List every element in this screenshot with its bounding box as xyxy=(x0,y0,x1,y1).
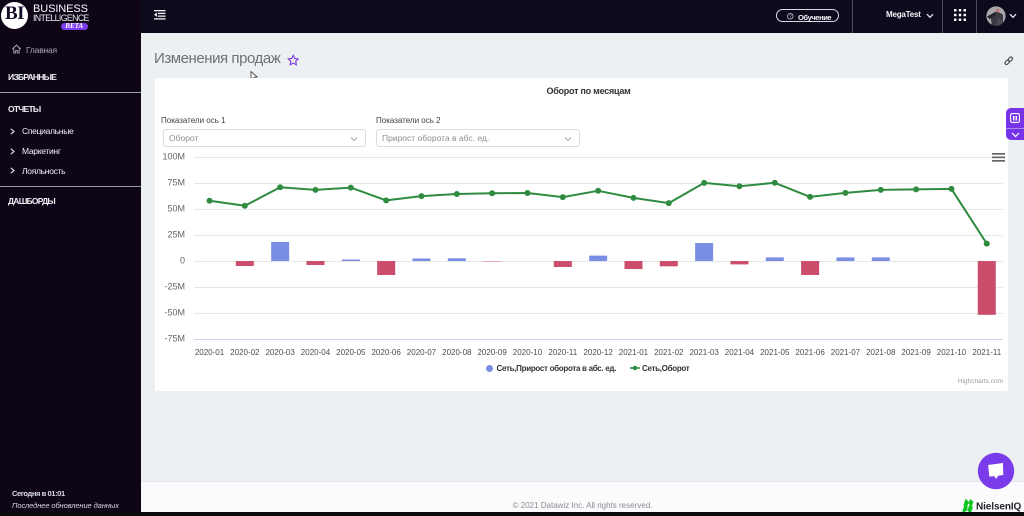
svg-text:2020-03: 2020-03 xyxy=(265,348,295,357)
svg-text:2021-07: 2021-07 xyxy=(831,348,861,357)
svg-text:2021-10: 2021-10 xyxy=(937,348,967,357)
svg-text:?: ? xyxy=(789,14,792,19)
svg-text:-75M: -75M xyxy=(164,334,185,344)
svg-text:2020-01: 2020-01 xyxy=(195,348,225,357)
svg-text:2020-04: 2020-04 xyxy=(301,348,331,357)
svg-text:2020-08: 2020-08 xyxy=(442,348,472,357)
svg-text:50M: 50M xyxy=(167,204,185,214)
svg-text:100M: 100M xyxy=(162,152,185,162)
svg-text:2020-12: 2020-12 xyxy=(583,348,613,357)
svg-text:-50M: -50M xyxy=(164,308,185,318)
svg-text:0: 0 xyxy=(180,256,185,266)
svg-text:2021-09: 2021-09 xyxy=(901,348,931,357)
svg-text:75M: 75M xyxy=(167,178,185,188)
svg-text:25M: 25M xyxy=(167,230,185,240)
svg-text:2020-02: 2020-02 xyxy=(230,348,260,357)
svg-text:2020-07: 2020-07 xyxy=(407,348,437,357)
svg-text:2021-05: 2021-05 xyxy=(760,348,790,357)
svg-text:NielsenIQ: NielsenIQ xyxy=(976,502,1022,513)
svg-text:2021-08: 2021-08 xyxy=(866,348,896,357)
svg-text:2020-09: 2020-09 xyxy=(477,348,507,357)
svg-text:2021-01: 2021-01 xyxy=(619,348,649,357)
svg-text:2020-06: 2020-06 xyxy=(371,348,401,357)
svg-text:-25M: -25M xyxy=(164,282,185,292)
svg-text:2021-11: 2021-11 xyxy=(972,348,1001,357)
svg-text:2021-03: 2021-03 xyxy=(689,348,719,357)
svg-text:2020-10: 2020-10 xyxy=(513,348,543,357)
svg-text:2021-04: 2021-04 xyxy=(725,348,755,357)
svg-text:2020-05: 2020-05 xyxy=(336,348,366,357)
svg-text:2021-06: 2021-06 xyxy=(795,348,825,357)
svg-text:2021-02: 2021-02 xyxy=(654,348,684,357)
svg-text:2020-11: 2020-11 xyxy=(548,348,577,357)
